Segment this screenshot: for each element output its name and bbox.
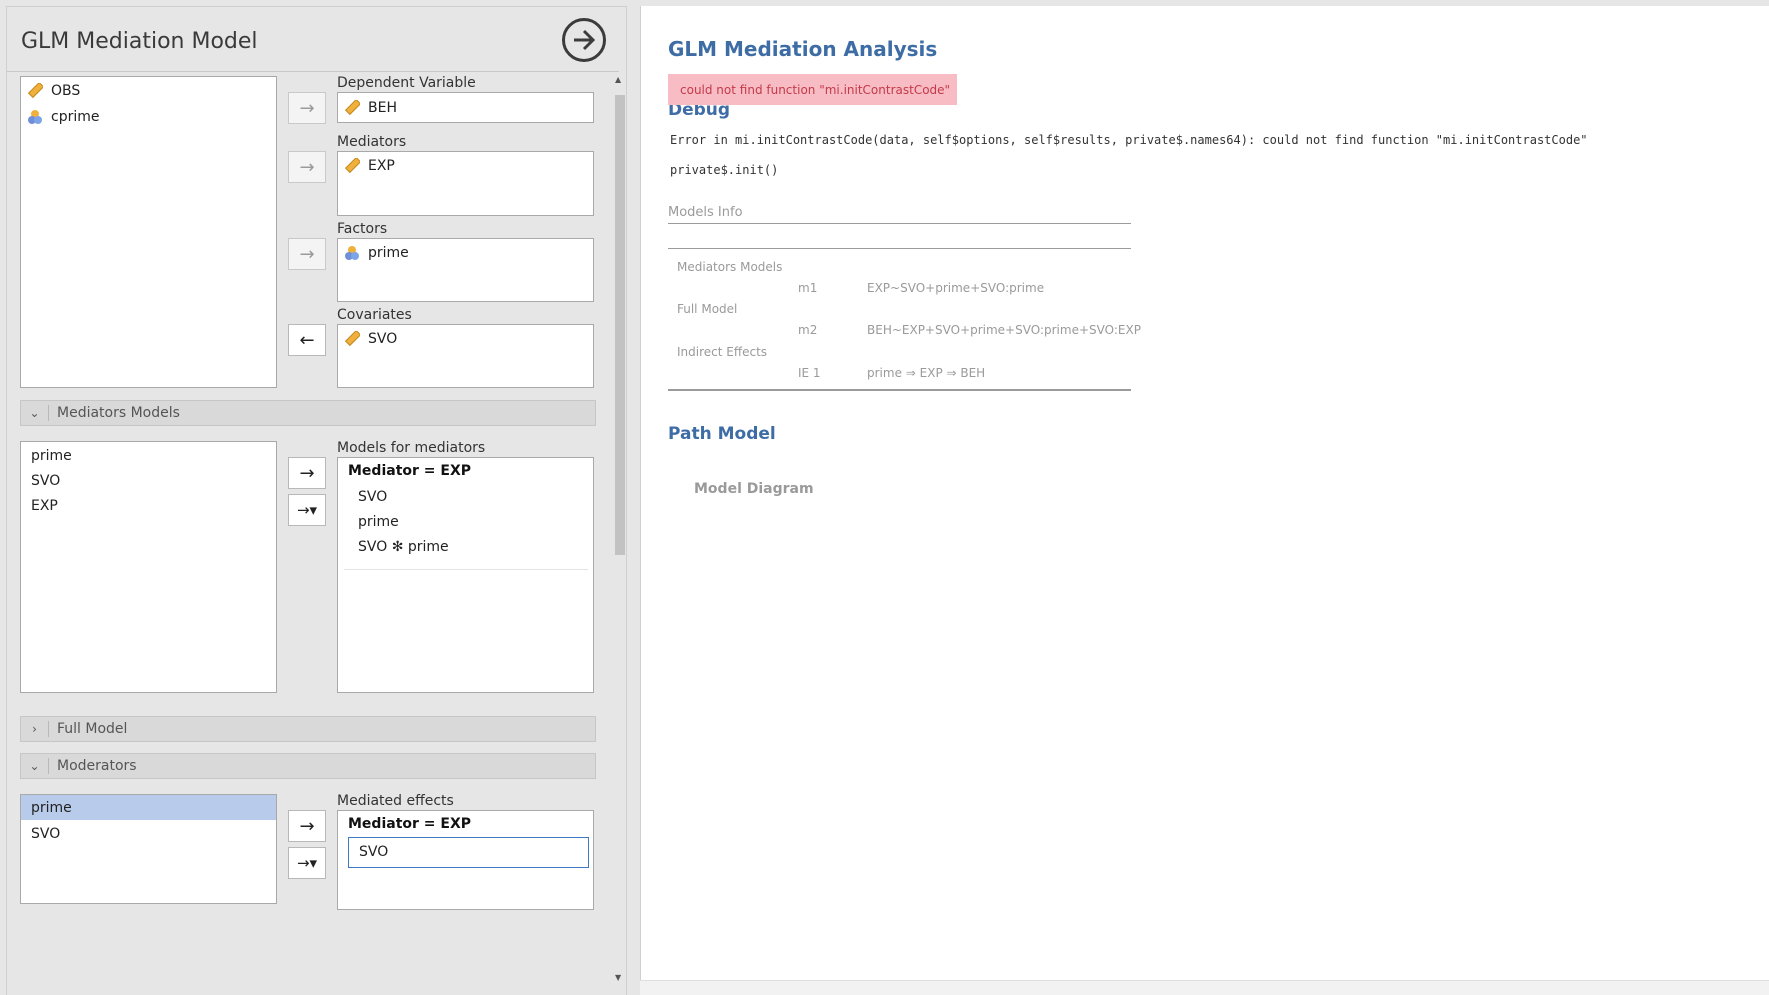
list-item[interactable]: SVO — [344, 327, 397, 351]
move-to-dependent-button[interactable]: → — [288, 92, 326, 124]
move-from-covariates-button[interactable]: ← — [288, 324, 326, 356]
divider — [344, 569, 588, 570]
variable-label: BEH — [368, 100, 397, 116]
continuous-ruler-icon — [344, 331, 360, 347]
model-diagram-label: Model Diagram — [694, 481, 814, 497]
move-to-factors-button[interactable]: → — [288, 238, 326, 270]
variable-label: EXP — [368, 158, 395, 174]
results-title: GLM Mediation Analysis — [668, 37, 938, 61]
options-scrollbar-thumb[interactable] — [615, 95, 625, 555]
list-item[interactable]: EXP — [31, 498, 58, 514]
available-variables-list[interactable]: OBS cprime — [20, 76, 277, 388]
table-rule — [668, 248, 1131, 249]
models-for-mediators-label: Models for mediators — [337, 440, 486, 456]
continuous-ruler-icon — [344, 158, 360, 174]
variable-label: cprime — [51, 109, 100, 125]
list-item[interactable]: prime — [344, 241, 409, 265]
section-moderators[interactable]: ⌄ Moderators — [20, 753, 596, 779]
list-item[interactable]: cprime — [27, 105, 99, 129]
section-label: Moderators — [57, 758, 137, 774]
table-row-key: m2 — [798, 323, 818, 337]
table-row-key: IE 1 — [798, 366, 821, 380]
table-row-value: EXP~SVO+prime+SVO:prime — [867, 281, 1045, 295]
table-rule — [668, 223, 1131, 224]
results-horizontal-scrollbar[interactable] — [640, 980, 1769, 995]
section-label: Full Model — [57, 721, 128, 737]
table-row-label: Indirect Effects — [677, 345, 768, 359]
table-row-value: BEH~EXP+SVO+prime+SVO:prime+SVO:EXP — [867, 323, 1141, 337]
list-item[interactable]: prime — [31, 800, 72, 816]
variable-label: SVO — [368, 331, 398, 347]
add-moderator-button[interactable]: → — [288, 810, 326, 842]
table-row-label: Full Model — [677, 302, 738, 316]
mediated-effects-label: Mediated effects — [337, 793, 454, 809]
table-rule — [668, 389, 1131, 391]
arrow-right-icon: → — [299, 243, 315, 265]
models-for-mediators-box[interactable]: Mediator = EXP SVO prime SVO ✻ prime — [337, 457, 594, 693]
factors-label: Factors — [337, 221, 388, 237]
nominal-circles-icon — [344, 245, 360, 261]
mediators-label: Mediators — [337, 134, 407, 150]
arrow-right-icon: → — [299, 97, 315, 119]
nominal-circles-icon — [27, 109, 43, 125]
list-item[interactable]: prime — [31, 448, 72, 464]
arrow-right-icon: → — [299, 815, 315, 837]
arrow-dropdown-icon: →▾ — [296, 501, 318, 519]
debug-call-line: private$.init() — [670, 163, 779, 177]
table-row-value: prime ⇒ EXP ⇒ BEH — [867, 366, 986, 380]
covariates-box[interactable]: SVO — [337, 324, 594, 388]
factors-box[interactable]: prime — [337, 238, 594, 302]
mediators-models-available-list[interactable]: prime SVO EXP — [20, 441, 277, 693]
list-item[interactable]: SVO — [31, 826, 60, 842]
list-item[interactable]: OBS — [27, 79, 80, 103]
dependent-variable-label: Dependent Variable — [337, 75, 476, 91]
table-row-label: Mediators Models — [677, 260, 783, 274]
model-term[interactable]: prime — [358, 514, 399, 530]
scroll-up-icon[interactable]: ▲ — [615, 75, 621, 84]
results-panel: GLM Mediation Analysis Debug could not f… — [640, 6, 1769, 995]
title-separator — [7, 71, 619, 72]
variable-label: prime — [368, 245, 409, 261]
options-panel: GLM Mediation Model OBS cprime → → → ← D… — [6, 6, 627, 995]
variable-label: OBS — [51, 83, 81, 99]
add-moderator-dropdown-button[interactable]: →▾ — [288, 847, 326, 879]
moderator-term-input[interactable]: SVO — [348, 837, 589, 868]
add-interaction-dropdown-button[interactable]: →▾ — [288, 494, 326, 526]
mediators-box[interactable]: EXP — [337, 151, 594, 216]
arrow-right-icon: → — [299, 462, 315, 484]
covariates-label: Covariates — [337, 307, 412, 323]
path-model-title: Path Model — [668, 424, 776, 444]
table-row-key: m1 — [798, 281, 818, 295]
continuous-ruler-icon — [344, 100, 360, 116]
debug-error-line: Error in mi.initContrastCode(data, self$… — [670, 133, 1588, 147]
list-item[interactable]: SVO — [31, 473, 60, 489]
model-term[interactable]: SVO — [358, 489, 387, 505]
moderators-available-list[interactable]: prime SVO — [20, 794, 277, 904]
section-label: Mediators Models — [57, 405, 180, 421]
arrow-right-circle-icon — [574, 29, 596, 51]
section-mediators-models[interactable]: ⌄ Mediators Models — [20, 400, 596, 426]
continuous-ruler-icon — [27, 83, 43, 99]
list-item[interactable]: EXP — [344, 154, 395, 178]
arrow-dropdown-icon: →▾ — [296, 854, 318, 872]
dependent-variable-box[interactable]: BEH — [337, 92, 594, 123]
error-message: could not find function "mi.initContrast… — [668, 74, 957, 105]
arrow-right-icon: → — [299, 156, 315, 178]
chevron-down-icon: ⌄ — [21, 405, 49, 421]
chevron-down-icon: ⌄ — [21, 758, 49, 774]
chevron-right-icon: › — [21, 721, 49, 737]
models-info-title: Models Info — [668, 205, 743, 220]
list-item[interactable]: BEH — [344, 96, 397, 120]
mediated-effects-box[interactable]: Mediator = EXP SVO — [337, 810, 594, 910]
section-full-model[interactable]: › Full Model — [20, 716, 596, 742]
arrow-left-icon: ← — [299, 329, 315, 351]
run-arrow-button[interactable] — [562, 18, 606, 62]
scroll-down-icon[interactable]: ▼ — [615, 973, 621, 982]
move-to-mediators-button[interactable]: → — [288, 151, 326, 183]
options-title: GLM Mediation Model — [21, 29, 258, 54]
add-term-button[interactable]: → — [288, 457, 326, 489]
mediator-header: Mediator = EXP — [348, 463, 472, 479]
mediator-header: Mediator = EXP — [348, 816, 472, 832]
model-term[interactable]: SVO ✻ prime — [358, 539, 449, 555]
